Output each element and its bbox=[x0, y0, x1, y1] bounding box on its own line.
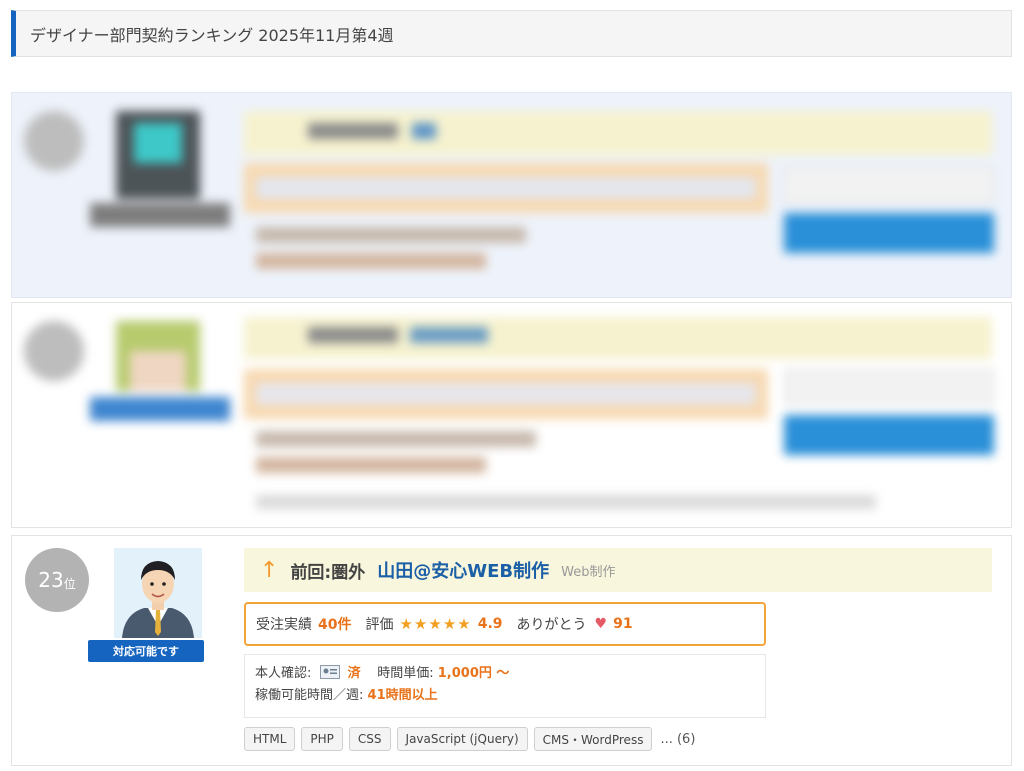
rating-value: 4.9 bbox=[477, 616, 503, 632]
skill-tag[interactable]: CMS・WordPress bbox=[533, 727, 653, 751]
identity-label: 本人確認: bbox=[255, 666, 312, 681]
previous-rank: 前回:圏外 bbox=[290, 562, 366, 583]
identity-value: 済 bbox=[347, 666, 361, 681]
ranking-card-blurred-1[interactable] bbox=[11, 92, 1012, 298]
profile-info: 本人確認: 済 時間単価: 1,000円 〜 稼働可能時間／週: 41時間以上 bbox=[244, 654, 766, 718]
hours-label: 稼働可能時間／週: bbox=[255, 688, 364, 703]
orders-value: 40件 bbox=[318, 617, 352, 633]
more-skills-count[interactable]: ... (6) bbox=[660, 732, 695, 747]
designer-name-bar: ↑ 前回:圏外 山田@安心WEB制作 Web制作 bbox=[244, 548, 992, 592]
category-label: Web制作 bbox=[561, 564, 616, 580]
id-card-icon bbox=[319, 665, 340, 679]
ranking-card[interactable]: 23 位 対応可能です ↑ 前回:圏外 山田@安心WEB制作 Web制作 受注実… bbox=[11, 535, 1012, 766]
skill-tag[interactable]: HTML bbox=[244, 727, 296, 751]
info-row-2: 稼働可能時間／週: 41時間以上 bbox=[255, 685, 755, 707]
stats-box: 受注実績 40件 評価 ★★★★★ 4.9 ありがとう ♥ 91 bbox=[244, 602, 766, 646]
skill-tags: HTML PHP CSS JavaScript (jQuery) CMS・Wor… bbox=[244, 727, 695, 751]
ranking-card-blurred-2[interactable] bbox=[11, 302, 1012, 528]
rank-unit: 位 bbox=[63, 576, 76, 591]
thanks-label: ありがとう bbox=[516, 617, 587, 633]
hours-value: 41時間以上 bbox=[367, 688, 438, 703]
heart-icon: ♥ bbox=[594, 616, 608, 632]
rank-number: 23 bbox=[38, 568, 64, 592]
orders-label: 受注実績 bbox=[256, 617, 312, 633]
availability-badge: 対応可能です bbox=[88, 640, 204, 662]
skill-tag[interactable]: CSS bbox=[348, 727, 391, 751]
ranking-header: デザイナー部門契約ランキング 2025年11月第4週 bbox=[11, 10, 1012, 57]
hourly-value: 1,000円 〜 bbox=[437, 666, 510, 681]
rank-badge: 23 位 bbox=[25, 548, 89, 612]
page-title: デザイナー部門契約ランキング 2025年11月第4週 bbox=[30, 25, 394, 45]
designer-name-link[interactable]: 山田@安心WEB制作 bbox=[377, 557, 549, 583]
skill-tag[interactable]: PHP bbox=[301, 727, 343, 751]
avatar[interactable] bbox=[114, 548, 202, 638]
blurred-content bbox=[12, 303, 1011, 527]
info-row-1: 本人確認: 済 時間単価: 1,000円 〜 bbox=[255, 663, 755, 685]
blurred-content bbox=[12, 93, 1011, 297]
thanks-value: 91 bbox=[613, 616, 633, 632]
star-icon: ★★★★★ bbox=[399, 615, 472, 633]
rating-label: 評価 bbox=[365, 617, 394, 633]
hourly-label: 時間単価: bbox=[377, 666, 434, 681]
skill-tag[interactable]: JavaScript (jQuery) bbox=[396, 727, 528, 751]
avatar-illustration bbox=[114, 548, 202, 638]
arrow-up-icon: ↑ bbox=[260, 557, 279, 583]
